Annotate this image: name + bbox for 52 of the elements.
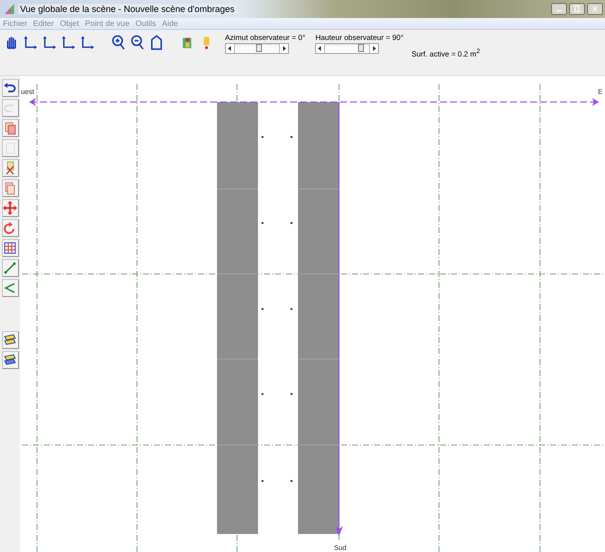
menu-item[interactable]: Outils xyxy=(136,18,156,29)
layers-icon xyxy=(3,333,17,347)
app-icon xyxy=(4,3,15,15)
axes-button[interactable] xyxy=(60,33,77,51)
maximize-button[interactable] xyxy=(569,3,585,15)
move-button[interactable] xyxy=(2,199,18,217)
slider-thumb[interactable] xyxy=(256,44,262,52)
grid-button[interactable] xyxy=(2,239,18,257)
copy-icon xyxy=(3,121,17,135)
duplicate-icon xyxy=(3,181,17,195)
zoom-in-button[interactable] xyxy=(110,33,127,51)
minimize-button[interactable] xyxy=(551,3,567,15)
house-button[interactable] xyxy=(148,33,165,51)
axes-button[interactable] xyxy=(79,33,96,51)
close-button[interactable] xyxy=(587,3,603,15)
line-icon xyxy=(3,261,17,275)
axes-icon xyxy=(61,34,76,50)
angle-icon xyxy=(3,281,17,295)
layers-icon xyxy=(3,353,17,367)
angle-button[interactable] xyxy=(2,279,18,297)
zoom-out-button[interactable] xyxy=(129,33,146,51)
layers-button[interactable] xyxy=(2,331,18,349)
rotate-button[interactable] xyxy=(2,219,18,237)
house-icon xyxy=(149,34,164,50)
axes-button[interactable] xyxy=(41,33,58,51)
layers-button[interactable] xyxy=(2,351,18,369)
undo-button[interactable] xyxy=(2,79,18,97)
axes-icon xyxy=(80,34,95,50)
menu-item[interactable]: Fichier xyxy=(3,18,28,29)
axes-button[interactable] xyxy=(22,33,39,51)
duplicate-button[interactable] xyxy=(2,179,18,197)
zoom-out-icon xyxy=(130,34,145,50)
grid-icon xyxy=(3,241,17,255)
copy-button[interactable] xyxy=(2,119,18,137)
rotate-icon xyxy=(3,221,17,235)
axes-icon xyxy=(23,34,38,50)
zoom-in-icon xyxy=(111,34,126,50)
window-title: Vue globale de la scène - Nouvelle scène d'ombrages xyxy=(18,4,237,14)
hand-icon xyxy=(4,34,19,50)
axes-icon xyxy=(42,34,57,50)
menu-item[interactable]: Objet xyxy=(60,18,80,29)
line-button[interactable] xyxy=(2,259,18,277)
menu-item[interactable]: Aide xyxy=(162,18,178,29)
slider[interactable] xyxy=(225,43,289,54)
cut-icon xyxy=(3,161,17,175)
menu-item[interactable]: Point de vue xyxy=(85,18,130,29)
slider[interactable] xyxy=(315,43,380,54)
cut-button[interactable] xyxy=(2,159,18,177)
undo-icon xyxy=(3,81,17,95)
menu-item[interactable]: Editer xyxy=(33,18,54,29)
move-icon xyxy=(3,201,17,215)
slider-thumb[interactable] xyxy=(358,44,364,52)
